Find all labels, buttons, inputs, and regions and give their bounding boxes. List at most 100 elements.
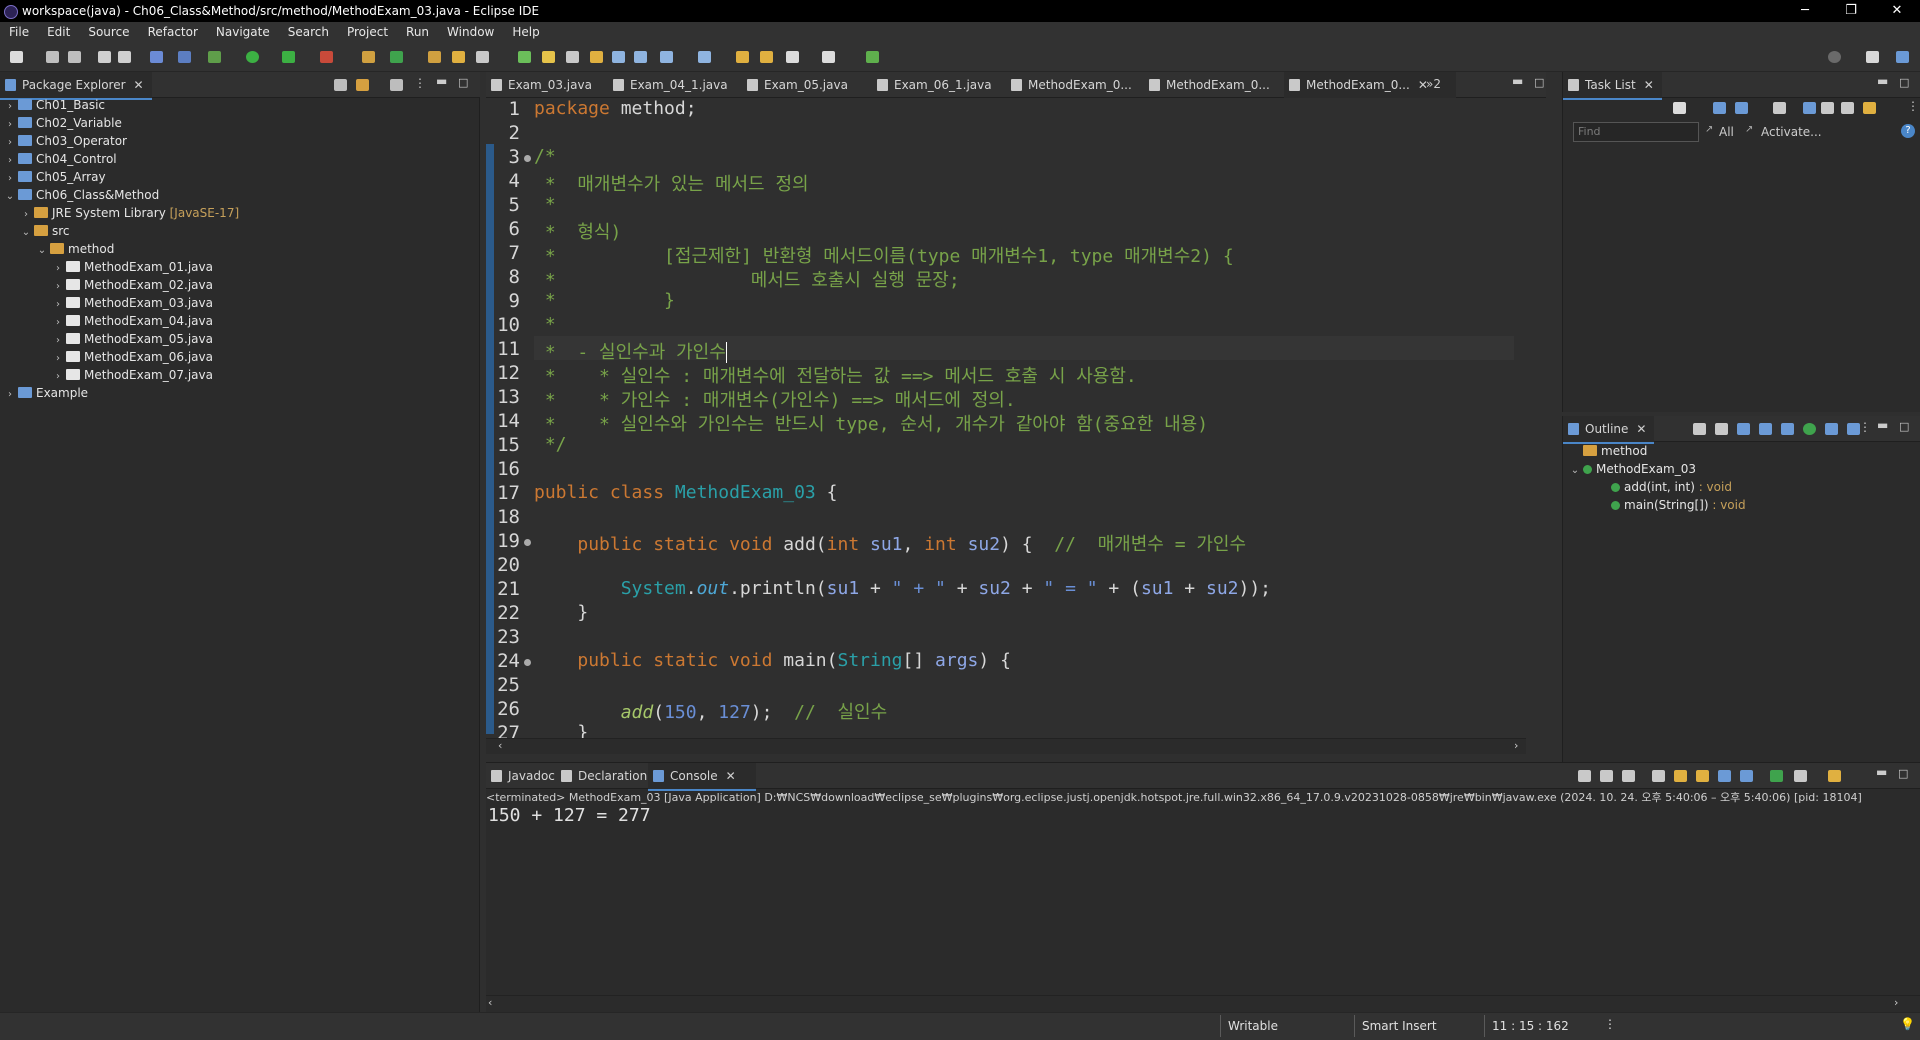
help-icon[interactable]: ?	[1901, 124, 1915, 138]
code-line[interactable]: * * 실인수 : 매개변수에 전달하는 값 ==> 메서드 호출 시 사용함.	[534, 362, 1137, 388]
minimize-view-icon[interactable]: ▬	[1877, 418, 1888, 432]
scroll-left-icon[interactable]: ‹	[498, 739, 502, 752]
tab-outline[interactable]: Outline ✕	[1563, 416, 1655, 444]
code-line[interactable]: * - 실인수과 가인수	[534, 338, 727, 364]
code-line[interactable]: package method;	[534, 98, 697, 119]
code-line[interactable]: public static void add(int su1, int su2)…	[534, 530, 1246, 556]
maximize-view-icon[interactable]: □	[1899, 76, 1909, 89]
tab-console[interactable]: Console ✕	[648, 763, 756, 791]
task-activate-link[interactable]: Activate...	[1761, 125, 1822, 139]
java-perspective-icon[interactable]	[1896, 51, 1909, 63]
link-with-editor-icon[interactable]	[356, 79, 369, 91]
sync-changed-icon[interactable]	[1863, 102, 1876, 114]
menu-refactor[interactable]: Refactor	[139, 22, 207, 42]
fold-icon[interactable]	[524, 539, 531, 546]
redo-icon[interactable]	[118, 51, 131, 63]
view-menu-icon[interactable]: ⋮	[414, 76, 426, 90]
hide-nonpublic-icon[interactable]	[1803, 423, 1816, 435]
scroll-right-icon[interactable]: ›	[1514, 739, 1518, 752]
save-icon[interactable]	[46, 51, 59, 63]
console-vertical-scrollbar[interactable]	[1904, 805, 1920, 995]
pilcrow-icon[interactable]	[634, 51, 647, 63]
tree-item[interactable]: › Ch01_Basic	[4, 96, 105, 114]
tree-item[interactable]: › Ch04_Control	[4, 150, 117, 168]
code-line[interactable]: */	[534, 434, 567, 455]
undo-icon[interactable]	[98, 51, 111, 63]
maximize-view-icon[interactable]: □	[1899, 420, 1909, 433]
skip-breakpoints-icon[interactable]	[178, 51, 191, 63]
code-line[interactable]: /*	[534, 146, 556, 167]
categorize-icon[interactable]	[1713, 102, 1726, 114]
tree-item[interactable]: ⌄ Ch06_Class&Method	[4, 186, 159, 204]
menu-run[interactable]: Run	[397, 22, 438, 42]
annotation-icon[interactable]	[566, 51, 579, 63]
open-type-icon[interactable]	[428, 51, 441, 63]
code-line[interactable]: * 매개변수가 있는 메서드 정의	[534, 170, 809, 196]
view-menu-icon[interactable]: ⋮	[1907, 99, 1919, 113]
scheduled-icon[interactable]	[1735, 102, 1748, 114]
outline-item[interactable]: ⌄ MethodExam_03	[1569, 460, 1696, 478]
tab-editor[interactable]: Exam_06_1.java	[872, 72, 1028, 98]
tree-item[interactable]: › Ch02_Variable	[4, 114, 122, 132]
code-line[interactable]: * * 가인수 : 매개변수(가인수) ==> 매서드에 정의.	[534, 386, 1016, 412]
twisty-icon[interactable]: ›	[4, 386, 16, 404]
filter-icon[interactable]	[390, 79, 403, 91]
block-select-icon[interactable]	[590, 51, 603, 63]
menu-search[interactable]: Search	[279, 22, 338, 42]
outline-item[interactable]: add(int, int) : void	[1597, 478, 1732, 496]
minimize-view-icon[interactable]: ▬	[436, 74, 447, 88]
terminal-icon[interactable]	[150, 51, 163, 63]
remove-all-icon[interactable]	[1622, 770, 1635, 782]
maximize-editor-icon[interactable]: □	[1534, 76, 1544, 89]
clear-console-icon[interactable]	[1652, 770, 1665, 782]
sort-icon[interactable]	[1737, 423, 1750, 435]
code-line[interactable]: add(150, 127); // 실인수	[534, 698, 887, 724]
scroll-lock-icon[interactable]	[1674, 770, 1687, 782]
coverage-icon[interactable]	[282, 51, 295, 63]
menu-edit[interactable]: Edit	[38, 22, 79, 42]
collapse-all-icon[interactable]	[334, 79, 347, 91]
toggle-mark-icon[interactable]	[518, 51, 531, 63]
close-window-button[interactable]: ✕	[1874, 0, 1920, 22]
code-line[interactable]: * 메서드 호출시 실행 문장;	[534, 266, 960, 292]
tab-editor[interactable]: MethodExam_0...	[1006, 72, 1166, 98]
fold-icon[interactable]	[524, 659, 531, 666]
code-line[interactable]: * [접근제한] 반환형 메서드이름(type 매개변수1, type 매개변수…	[534, 242, 1234, 268]
console-horizontal-scrollbar[interactable]: ‹ ›	[486, 995, 1920, 1011]
close-icon[interactable]: ✕	[1636, 422, 1646, 436]
code-line[interactable]: * 형식)	[534, 218, 621, 244]
highlight-icon[interactable]	[542, 51, 555, 63]
close-icon[interactable]: ✕	[1644, 78, 1654, 92]
code-editor[interactable]: 1 2 3 4 5 6 7 8 9 10 11 12 13 14 15 16 17 18 19 20 21 22 23 24 2…	[486, 98, 1526, 738]
tab-editor[interactable]: Exam_04_1.java	[608, 72, 764, 98]
minimize-tasks-icon[interactable]	[1841, 102, 1854, 114]
code-line[interactable]: * * 실인수와 가인수는 반드시 type, 순서, 개수가 같아야 함(중요…	[534, 410, 1208, 436]
code-line[interactable]: public static void main(String[] args) {	[534, 650, 1011, 671]
tree-item[interactable]: › MethodExam_06.java	[52, 348, 213, 366]
tree-item[interactable]: › Example	[4, 384, 88, 402]
twisty-icon[interactable]: ⌄	[20, 224, 32, 242]
open-folder-icon[interactable]	[452, 51, 465, 63]
menu-window[interactable]: Window	[438, 22, 503, 42]
twisty-icon[interactable]: ⌄	[36, 242, 48, 260]
task-find-input[interactable]: Find	[1573, 122, 1699, 142]
code-line[interactable]: }	[534, 722, 588, 738]
menu-project[interactable]: Project	[338, 22, 397, 42]
editor-horizontal-scrollbar[interactable]: ‹ ›	[486, 738, 1526, 754]
tree-item[interactable]: ⌄ method	[36, 240, 115, 260]
tree-item[interactable]: ⌄ src	[20, 222, 70, 240]
outline-item[interactable]: main(String[]) : void	[1597, 496, 1746, 514]
task-all-link[interactable]: All	[1719, 125, 1734, 139]
code-line[interactable]: *	[534, 314, 556, 335]
open-console-icon[interactable]	[1828, 770, 1841, 782]
tree-item[interactable]: › MethodExam_03.java	[52, 294, 213, 312]
scroll-right-icon[interactable]: ›	[1894, 996, 1898, 1009]
code-line[interactable]: * }	[534, 290, 675, 311]
new-java-project-icon[interactable]	[362, 51, 375, 63]
next-annotation-icon[interactable]	[660, 51, 673, 63]
code-line[interactable]: System.out.println(su1 + " + " + su2 + "…	[534, 578, 1271, 599]
display-console-icon[interactable]	[1794, 770, 1807, 782]
collapse-icon[interactable]	[1803, 102, 1816, 114]
pin-console-icon[interactable]	[1770, 770, 1783, 782]
save-all-icon[interactable]	[68, 51, 81, 63]
